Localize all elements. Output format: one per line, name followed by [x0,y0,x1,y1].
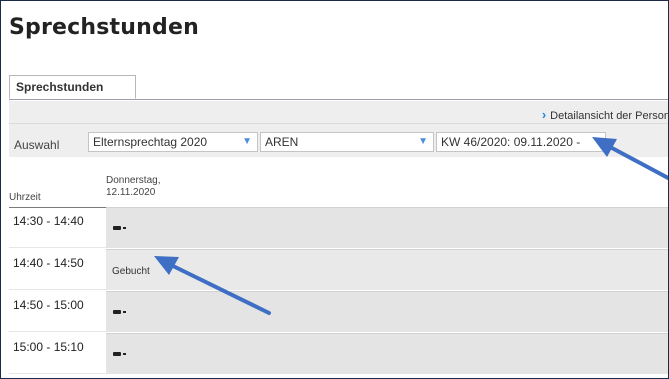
tab-sprechstunden[interactable]: Sprechstunden [9,75,136,99]
auswahl-label: Auswahl [14,138,60,152]
free-slot-icon-dot [123,227,126,229]
free-slot-icon-dot [123,311,126,313]
slot-status: Gebucht [112,266,150,277]
chevron-down-icon: ▼ [242,136,252,147]
table-header: Uhrzeit Donnerstag, 12.11.2020 [9,159,668,208]
time-cell: 14:30 - 14:40 [9,207,106,248]
free-slot-icon [113,310,121,314]
chevron-down-icon: ▼ [418,136,428,147]
free-slot-icon [113,226,121,230]
time-cell: 15:00 - 15:10 [9,333,106,374]
table-row: 14:40 - 14:50 Gebucht [9,249,668,291]
booked-slot[interactable]: Gebucht [106,249,668,290]
time-cell: 14:50 - 15:00 [9,291,106,332]
toolbar-divider [9,123,668,124]
event-select[interactable]: Elternsprechtag 2020 ▼ [88,132,258,152]
header-day-date: 12.11.2020 [106,187,156,198]
header-day-name: Donnerstag, [106,175,161,186]
person-select[interactable]: AREN ▼ [260,132,434,152]
page-title: Sprechstunden [9,15,199,40]
selection-toolbar: › Detailansicht der Person Auswahl Eltern… [9,101,669,157]
detail-view-link[interactable]: › Detailansicht der Person [541,107,669,122]
free-slot[interactable] [106,291,668,332]
free-slot-icon-dot [123,353,126,355]
tab-strip: Sprechstunden [9,75,668,100]
page-frame: Sprechstunden Sprechstunden › Detailansic… [0,0,669,379]
header-day: Donnerstag, 12.11.2020 [106,175,160,199]
chevron-right-icon: › [541,107,547,122]
week-select[interactable]: KW 46/2020: 09.11.2020 - [436,132,606,152]
free-slot-icon [113,352,121,356]
event-select-value: Elternsprechtag 2020 [93,135,208,149]
table-row: 14:30 - 14:40 [9,207,668,249]
free-slot[interactable] [106,333,668,374]
free-slot[interactable] [106,207,668,248]
time-cell: 14:40 - 14:50 [9,249,106,290]
week-select-value: KW 46/2020: 09.11.2020 - [441,135,581,149]
table-row: 15:00 - 15:10 [9,333,668,375]
detail-view-label: Detailansicht der Person [550,110,669,122]
person-select-value: AREN [265,135,299,149]
table-row: 14:50 - 15:00 [9,291,668,333]
slot-table: 14:30 - 14:40 14:40 - 14:50 Gebucht 14:5… [9,207,668,375]
header-uhrzeit: Uhrzeit [9,192,41,203]
